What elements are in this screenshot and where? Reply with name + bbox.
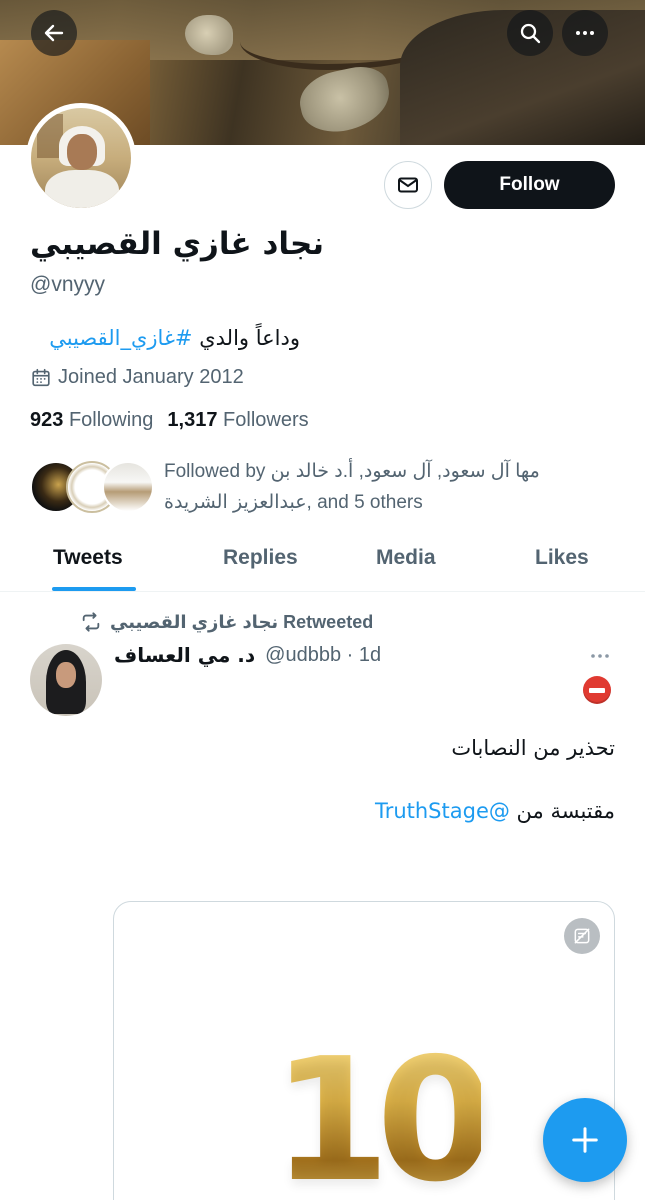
banner-melting-clock xyxy=(185,15,233,55)
search-button[interactable] xyxy=(507,10,553,56)
message-button[interactable] xyxy=(384,161,432,209)
followers-stat[interactable]: 1,317 Followers xyxy=(167,409,308,432)
follower-avatar xyxy=(102,461,154,513)
mail-icon xyxy=(398,177,418,193)
avatar-image xyxy=(31,108,131,208)
banner-melting-clock xyxy=(294,61,396,139)
tab-replies[interactable]: Replies xyxy=(223,546,298,570)
bio-text: وداعاً والدي xyxy=(192,326,300,350)
tweet-header: د. مي العساف @udbbb · 1d xyxy=(114,643,381,667)
avatar-body xyxy=(45,170,119,208)
avatar-face xyxy=(67,134,97,170)
joined-date: Joined January 2012 xyxy=(30,366,244,389)
back-arrow-icon xyxy=(44,24,64,42)
tweet-author-name[interactable]: د. مي العساف xyxy=(114,643,255,667)
more-options-button[interactable] xyxy=(562,10,608,56)
followed-by-line: عبدالعزيز الشريدة, and 5 others xyxy=(164,492,423,513)
followers-label: Followers xyxy=(223,409,309,431)
following-count: 923 xyxy=(30,409,64,431)
profile-tabs: Tweets Replies Media Likes xyxy=(0,530,645,592)
tweet-author-meta[interactable]: @udbbb · 1d xyxy=(265,644,381,667)
content-warning-icon[interactable] xyxy=(564,918,600,954)
follow-button[interactable]: Follow xyxy=(444,161,615,209)
bio-hashtag[interactable]: #غازي_القصيبي xyxy=(49,326,192,350)
profile-name: نجاد غازي القصيبي xyxy=(30,226,324,262)
followed-by-line: Followed by مها آل سعود, آل سعود, أ.د خا… xyxy=(164,461,540,482)
tweet-media[interactable]: 10 xyxy=(113,901,615,1200)
no-entry-icon xyxy=(583,676,611,704)
plus-icon xyxy=(572,1127,598,1153)
profile-bio: وداعاً والدي #غازي_القصيبي xyxy=(30,326,300,350)
retweet-icon xyxy=(82,612,100,632)
followed-by-text[interactable]: Followed by مها آل سعود, آل سعود, أ.د خا… xyxy=(164,456,604,518)
search-icon xyxy=(520,23,541,44)
active-tab-indicator xyxy=(52,587,136,591)
profile-handle: @vnyyy xyxy=(30,273,105,296)
tab-likes[interactable]: Likes xyxy=(535,546,589,570)
tweet-text-line: مقتبسة من @TruthStage xyxy=(375,799,615,823)
profile-avatar[interactable] xyxy=(26,103,136,213)
followed-by-avatars[interactable] xyxy=(30,461,154,515)
back-button[interactable] xyxy=(31,10,77,56)
avatar-face xyxy=(56,662,76,688)
calendar-icon xyxy=(32,368,50,386)
more-icon xyxy=(576,31,594,35)
tweet-text-line: تحذير من النصابات xyxy=(451,736,615,760)
followers-count: 1,317 xyxy=(167,409,218,431)
retweet-label: نجاد غازي القصيبي Retweeted xyxy=(110,611,374,632)
media-number: 10 xyxy=(272,1022,495,1200)
quote-prefix: مقتبسة من xyxy=(509,799,615,823)
tab-tweets[interactable]: Tweets xyxy=(53,546,123,570)
compose-button[interactable] xyxy=(543,1098,627,1182)
following-label: Following xyxy=(68,409,154,431)
tweet-more-icon[interactable] xyxy=(588,644,612,668)
joined-label: Joined January 2012 xyxy=(58,366,244,388)
follow-stats: 923 Following 1,317 Followers xyxy=(30,409,309,432)
tweet-author-avatar[interactable] xyxy=(30,644,102,716)
tab-media[interactable]: Media xyxy=(376,546,436,570)
following-stat[interactable]: 923 Following xyxy=(30,409,153,432)
mention-link[interactable]: @TruthStage xyxy=(375,799,510,823)
retweet-context[interactable]: نجاد غازي القصيبي Retweeted xyxy=(80,611,373,633)
